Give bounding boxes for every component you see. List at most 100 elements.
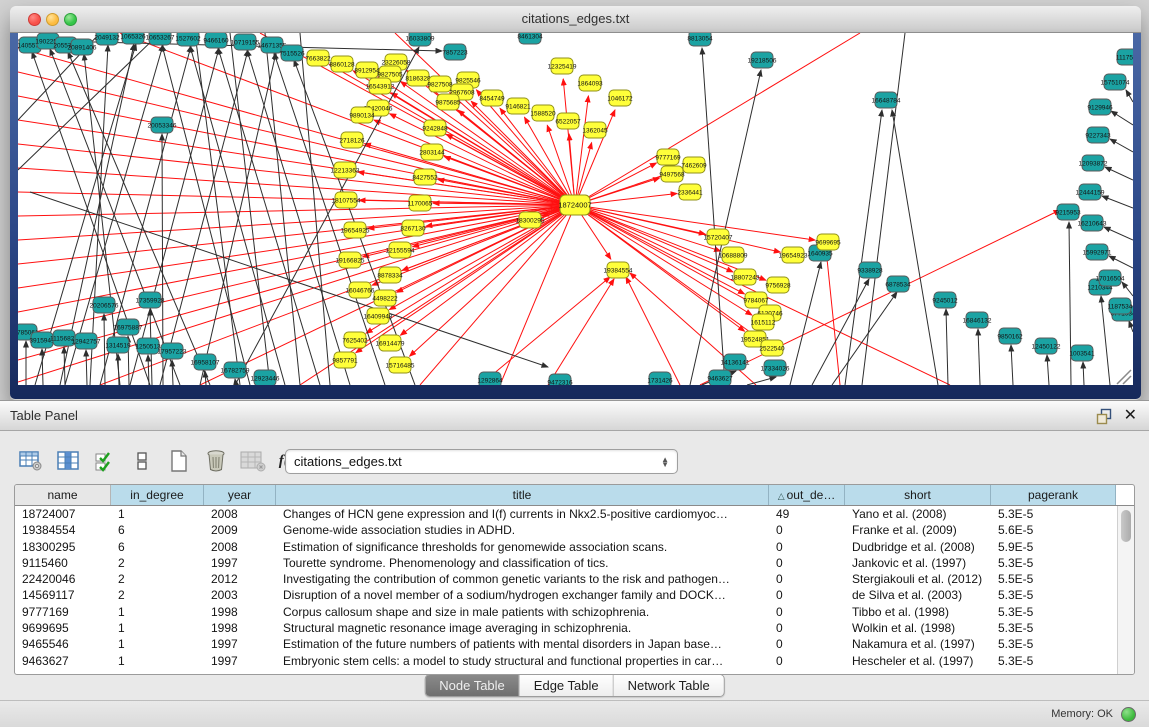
table-cell[interactable]: 1998 [204,604,276,620]
table-cell[interactable]: 0 [769,587,845,603]
table-cell[interactable]: 1998 [204,620,276,636]
table-cell[interactable]: 9699695 [15,620,111,636]
tab-edge-table[interactable]: Edge Table [520,675,614,696]
graph-node[interactable]: 19218506 [748,52,777,68]
table-cell[interactable]: 6 [111,522,204,538]
table-cell[interactable]: 0 [769,620,845,636]
table-cell[interactable]: 18724007 [15,506,111,522]
table-cell[interactable]: 0 [769,604,845,620]
graph-node[interactable]: 16782759 [221,362,250,378]
table-cell[interactable]: Disruption of a novel member of a sodium… [276,587,769,603]
graph-node[interactable]: 16975887 [114,319,143,335]
graph-node[interactable]: 1292864 [477,372,503,385]
graph-node[interactable]: 16914479 [376,335,405,351]
table-cell[interactable]: 14569117 [15,587,111,603]
graph-node[interactable]: 20891406 [68,39,97,55]
graph-node[interactable]: 8427552 [412,169,438,185]
table-cell[interactable]: Genome-wide association studies in ADHD. [276,522,769,538]
graph-node[interactable]: 20053346 [148,117,177,133]
table-cell[interactable]: Changes of HCN gene expression and I(f) … [276,506,769,522]
table-cell[interactable]: 2008 [204,506,276,522]
column-header-year[interactable]: year [204,485,276,505]
table-cell[interactable]: 9465546 [15,636,111,652]
tab-node-table[interactable]: Node Table [425,675,520,696]
graph-node[interactable]: 9146821 [505,98,531,114]
row-height-icon[interactable] [129,448,155,474]
table-cell[interactable]: Structural magnetic resonance image aver… [276,620,769,636]
table-cell[interactable]: Dudbridge et al. (2008) [845,539,991,555]
table-cell[interactable]: 1997 [204,636,276,652]
table-cell[interactable]: 49 [769,506,845,522]
graph-node[interactable]: 12450122 [1032,338,1061,354]
graph-node[interactable]: 15751074 [1101,74,1130,90]
table-cell[interactable]: Embryonic stem cells: a model to study s… [276,653,769,669]
delete-column-icon[interactable] [203,448,229,474]
graph-node[interactable]: 9472316 [547,374,573,385]
table-cell[interactable]: Investigating the contribution of common… [276,571,769,587]
graph-node[interactable]: 18807243 [731,269,760,285]
table-cell[interactable]: Franke et al. (2009) [845,522,991,538]
table-cell[interactable]: 0 [769,522,845,538]
table-cell[interactable]: 9463627 [15,653,111,669]
graph-node[interactable]: 1065326 [120,33,146,44]
memory-status-indicator[interactable] [1121,707,1136,722]
table-cell[interactable]: 2 [111,555,204,571]
graph-node[interactable]: 1314519 [105,337,131,353]
graph-node[interactable]: 7515526 [279,45,305,61]
graph-node[interactable]: 12213363 [331,162,360,178]
table-row[interactable]: 946362711997Embryonic stem cells: a mode… [15,653,1134,669]
graph-node[interactable]: 9756928 [765,277,791,293]
table-cell[interactable]: 19384554 [15,522,111,538]
column-header-title[interactable]: title [276,485,769,505]
table-cell[interactable]: 1 [111,620,204,636]
table-cell[interactable]: de Silva et al. (2003) [845,587,991,603]
graph-node[interactable]: 14136141 [721,354,750,370]
graph-node[interactable]: 2522540 [759,340,785,356]
table-cell[interactable]: 6 [111,539,204,555]
table-cell[interactable]: 9777169 [15,604,111,620]
graph-node[interactable]: 7625402 [342,332,368,348]
column-chooser-icon[interactable] [55,448,81,474]
graph-node[interactable]: 7663822 [305,50,331,66]
graph-node[interactable]: 10653267 [146,33,175,45]
table-row[interactable]: 1830029562008Estimation of significance … [15,539,1134,555]
table-row[interactable]: 911546021997Tourette syndrome. Phenomeno… [15,555,1134,571]
graph-node[interactable]: 9857791 [332,352,358,368]
table-cell[interactable]: 5.3E-5 [991,653,1116,669]
graph-node[interactable]: 1170065 [408,195,433,211]
table-cell[interactable]: 1 [111,636,204,652]
column-header-short[interactable]: short [845,485,991,505]
graph-node[interactable]: 9875685 [435,94,461,110]
table-cell[interactable]: 1 [111,604,204,620]
table-cell[interactable]: 0 [769,653,845,669]
graph-node[interactable]: 9215953 [1055,204,1081,220]
column-header-out_de[interactable]: △out_de… [769,485,845,505]
graph-node[interactable]: 8267130 [400,220,426,236]
graph-node[interactable]: 1615112 [751,314,776,330]
graph-node[interactable]: 1046172 [607,90,633,106]
table-cell[interactable]: 2 [111,587,204,603]
table-cell[interactable]: Estimation of the future numbers of pati… [276,636,769,652]
column-header-in_degree[interactable]: in_degree [111,485,204,505]
graph-node[interactable]: 12155594 [386,242,415,258]
table-row[interactable]: 1456911722003Disruption of a novel membe… [15,587,1134,603]
graph-node[interactable]: 2336441 [677,184,703,200]
table-cell[interactable]: 18300295 [15,539,111,555]
network-window-titlebar[interactable]: citations_edges.txt [10,6,1141,33]
table-cell[interactable]: Hescheler et al. (1997) [845,653,991,669]
graph-node[interactable]: 8454749 [479,90,505,106]
table-cell[interactable]: 5.3E-5 [991,636,1116,652]
table-cell[interactable]: 1997 [204,555,276,571]
table-cell[interactable]: 5.3E-5 [991,604,1116,620]
graph-node[interactable]: 16543912 [366,78,395,94]
graph-node[interactable]: 8878334 [377,267,403,283]
graph-node[interactable]: 7857223 [442,44,468,60]
table-cell[interactable]: Yano et al. (2008) [845,506,991,522]
graph-node[interactable]: 16046766 [346,282,375,298]
table-selector-dropdown[interactable]: citations_edges.txt ▲▼ [285,449,678,474]
graph-node[interactable]: 8813054 [687,33,713,46]
table-cell[interactable]: Jankovic et al. (1997) [845,555,991,571]
table-cell[interactable]: 9115460 [15,555,111,571]
table-cell[interactable]: 2008 [204,539,276,555]
graph-node[interactable]: 9129946 [1087,99,1113,115]
